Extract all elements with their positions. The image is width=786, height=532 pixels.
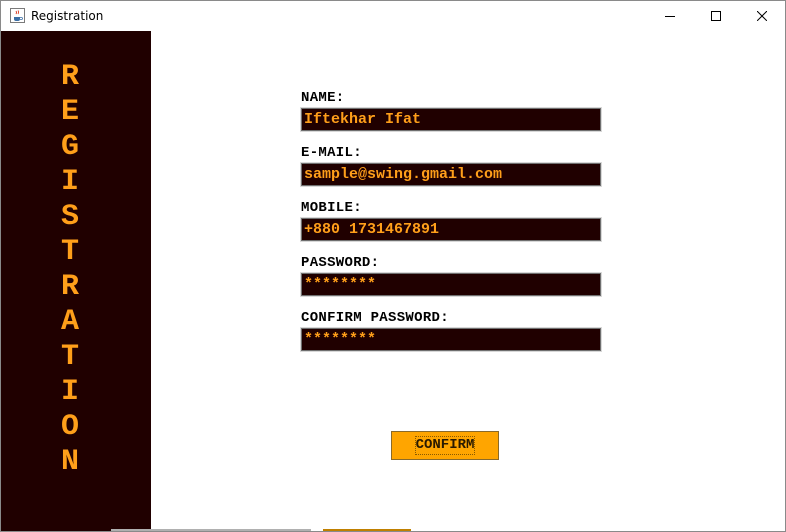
window-title: Registration [31,9,104,23]
banner-letter: T [60,235,79,269]
name-label: NAME: [301,90,345,106]
banner-letter: T [60,340,79,374]
banner-letter: N [60,445,79,479]
banner-letter: R [60,60,79,94]
mobile-label: MOBILE: [301,200,362,216]
banner-letter: S [60,200,79,234]
banner-letter: A [60,305,79,339]
bottom-edge-strip-accent [323,529,411,531]
java-cup-icon [10,8,25,23]
confirm-button-label: CONFIRM [414,436,476,455]
email-field[interactable] [300,162,602,187]
name-field[interactable] [300,107,602,132]
registration-window: Registration R E G I S T R A T I O N NAM… [0,0,786,532]
close-button[interactable] [739,1,785,31]
close-icon [757,11,767,21]
banner-letter: I [60,375,79,409]
minimize-button[interactable] [647,1,693,31]
title-bar[interactable]: Registration [1,1,785,31]
banner-letter: R [60,270,79,304]
email-label: E-MAIL: [301,145,362,161]
password-label: PASSWORD: [301,255,380,271]
banner-letter: G [60,130,79,164]
registration-vertical-title: R E G I S T R A T I O N [1,60,139,480]
minimize-icon [665,16,675,17]
confirm-button[interactable]: CONFIRM [391,431,499,460]
maximize-button[interactable] [693,1,739,31]
banner-letter: I [60,165,79,199]
confirm-password-field[interactable] [300,327,602,352]
maximize-icon [711,11,721,21]
side-banner: R E G I S T R A T I O N [1,31,151,531]
banner-letter: E [60,95,79,129]
bottom-edge-strip [111,529,311,531]
password-field[interactable] [300,272,602,297]
content-pane: R E G I S T R A T I O N NAME: E-MAIL: MO… [1,31,785,531]
mobile-field[interactable] [300,217,602,242]
confirm-password-label: CONFIRM PASSWORD: [301,310,449,326]
banner-letter: O [60,410,79,444]
